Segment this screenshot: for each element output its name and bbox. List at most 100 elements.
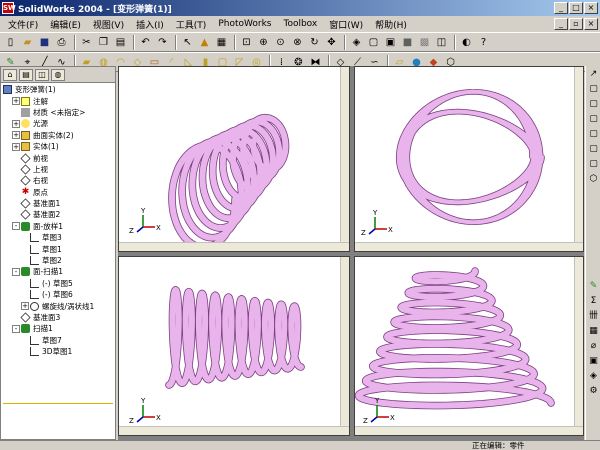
configuration-tab-icon[interactable]: ◫ [35,69,49,81]
feature-tree-tab-icon[interactable]: ⌂ [3,69,17,81]
tree-item[interactable]: - 面-扫描1 [3,266,113,277]
help-icon[interactable]: ? [476,35,491,50]
tree-item[interactable]: + 实体(1) [3,141,113,152]
tree-item[interactable]: 基准面3 [3,312,113,323]
layout-icon[interactable]: 卌 [587,310,600,323]
doc-close-button[interactable]: × [584,18,598,30]
expand-toggle-icon[interactable]: - [12,222,20,231]
rebuild-icon[interactable]: ▲ [197,35,212,50]
tree-item[interactable]: (-) 草图6 [3,289,113,300]
view-right-icon[interactable]: ▢ [587,128,600,141]
menu-edit[interactable]: 编辑(E) [44,18,87,31]
close-button[interactable]: × [584,2,598,14]
expand-toggle-icon[interactable]: + [12,131,20,140]
options-icon[interactable]: ▦ [214,35,229,50]
tree-item[interactable]: 基准面1 [3,198,113,209]
sum-icon[interactable]: Σ [587,295,600,308]
save-icon[interactable]: ■ [37,35,52,50]
menu-help[interactable]: 帮助(H) [369,18,413,31]
doc-minimize-button[interactable]: _ [554,18,568,30]
undo-icon[interactable]: ↶ [138,35,153,50]
select-icon[interactable]: ↖ [180,35,195,50]
paste-icon[interactable]: ▤ [113,35,128,50]
menu-insert[interactable]: 插入(I) [130,18,170,31]
horizontal-scrollbar[interactable] [355,242,583,251]
menu-photoworks[interactable]: PhotoWorks [212,19,277,29]
expand-toggle-icon[interactable]: - [12,324,20,333]
view-orient-icon[interactable]: ◈ [349,35,364,50]
tree-item[interactable]: 基准面2 [3,209,113,221]
new-icon[interactable]: ▯ [3,35,18,50]
tree-item[interactable]: + 注解 [3,95,113,106]
tree-item[interactable]: 材质 <未指定> [3,107,113,118]
copy-icon[interactable]: ❐ [96,35,111,50]
view-back-icon[interactable]: ▢ [587,98,600,111]
horizontal-scrollbar[interactable] [119,426,349,435]
menu-file[interactable]: 文件(F) [2,18,44,31]
view-bottom-icon[interactable]: ▢ [587,158,600,171]
print-icon[interactable]: ⎙ [54,35,69,50]
view-left-icon[interactable]: ▢ [587,113,600,126]
shaded-edges-icon[interactable]: ▩ [417,35,432,50]
wireframe-icon[interactable]: ▢ [366,35,381,50]
property-manager-tab-icon[interactable]: ▤ [19,69,33,81]
redo-icon[interactable]: ↷ [155,35,170,50]
appearance-tab-icon[interactable]: ◍ [51,69,65,81]
section-view-icon[interactable]: ◐ [459,35,474,50]
hidden-lines-icon[interactable]: ▣ [383,35,398,50]
zoom-fit-icon[interactable]: ⊡ [239,35,254,50]
perspective-icon[interactable]: ◫ [434,35,449,50]
tree-item[interactable]: + 曲面实体(2) [3,130,113,141]
shaded-icon[interactable]: ■ [400,35,415,50]
viewport-top[interactable]: X Y Z [354,66,584,252]
tree-item[interactable]: ✱ 原点 [3,187,113,198]
zoom-select-icon[interactable]: ⊗ [290,35,305,50]
zoom-in-icon[interactable]: ⊙ [273,35,288,50]
expand-toggle-icon[interactable]: + [12,142,20,151]
expand-toggle-icon[interactable]: + [21,302,29,311]
measure-icon[interactable]: ⌀ [587,340,600,353]
tree-item[interactable]: + 光源 [3,118,113,129]
viewport-trimetric[interactable]: X Y Z [354,256,584,436]
tree-item[interactable]: + 螺旋线/涡状线1 [3,300,113,311]
tree-item[interactable]: 上视 [3,164,113,175]
tree-item[interactable]: 草图1 [3,243,113,254]
doc-restore-button[interactable]: ▫ [569,18,583,30]
cut-icon[interactable]: ✂ [79,35,94,50]
minimize-button[interactable]: _ [554,2,568,14]
view-top-icon[interactable]: ▢ [587,143,600,156]
vertical-scrollbar[interactable] [340,257,349,435]
menu-window[interactable]: 窗口(W) [323,18,369,31]
rotate-icon[interactable]: ↻ [307,35,322,50]
lock-icon[interactable]: ▣ [587,355,600,368]
sketch-tools-icon[interactable]: ✎ [587,280,600,293]
table-icon[interactable]: ▦ [587,325,600,338]
tree-item[interactable]: - 面-放样1 [3,221,113,232]
tree-item[interactable]: 草图7 [3,335,113,346]
vertical-scrollbar[interactable] [574,257,583,435]
viewport-isometric[interactable]: X Y Z [118,66,350,252]
vertical-scrollbar[interactable] [574,67,583,251]
vertical-scrollbar[interactable] [340,67,349,251]
view-front-icon[interactable]: ▢ [587,83,600,96]
zoom-area-icon[interactable]: ⊕ [256,35,271,50]
expand-toggle-icon[interactable]: - [12,267,20,276]
horizontal-scrollbar[interactable] [119,242,349,251]
tree-item[interactable]: 草图2 [3,255,113,266]
pan-icon[interactable]: ✥ [324,35,339,50]
tree-item[interactable]: 变形弹簧(1) [3,84,113,95]
view-iso-icon[interactable]: ⬡ [587,173,600,186]
expand-toggle-icon[interactable]: + [12,97,20,106]
tree-item[interactable]: 草图3 [3,232,113,243]
tree-item[interactable]: 3D草图1 [3,346,113,357]
menu-tools[interactable]: 工具(T) [170,18,213,31]
photo-icon[interactable]: ◈ [587,370,600,383]
viewport-front[interactable]: X Y Z [118,256,350,436]
maximize-button[interactable]: □ [569,2,583,14]
tree-item[interactable]: 右视 [3,175,113,186]
tree-item[interactable]: 前视 [3,152,113,164]
horizontal-scrollbar[interactable] [355,426,583,435]
tree-item[interactable]: - 扫描1 [3,323,113,334]
rollback-bar[interactable] [3,403,113,404]
menu-toolbox[interactable]: Toolbox [277,19,323,29]
